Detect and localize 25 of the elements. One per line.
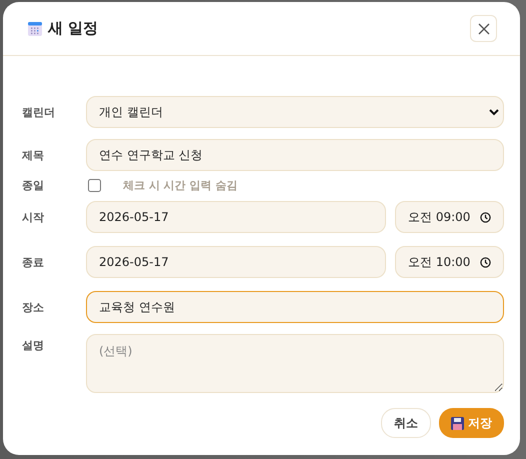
cancel-button[interactable]: 취소 [381,408,431,438]
field-label: 캘린더 [22,104,56,120]
time-field[interactable]: 오전 09:00 [395,201,504,233]
dialog-title: 새 일정 [48,19,100,38]
calendar-icon [28,22,42,36]
clock-icon [480,256,491,268]
text-field[interactable]: 연수 연구학교 신청 [86,139,504,171]
field-label: 종료 [22,254,45,270]
field-label: 설명 [22,338,45,353]
clock-icon [480,212,491,222]
field-label: 종일 [22,178,45,193]
date-field[interactable]: 2026-05-17 [86,201,386,233]
field-label: 장소 [22,300,45,314]
hint-text: 체크 시 시간 입력 숨김 [123,178,238,193]
description-field[interactable]: (선택) [86,334,504,393]
close-button[interactable] [470,15,497,42]
all-day-checkbox[interactable] [88,179,101,192]
text-field[interactable]: 교육청 연수원 [86,291,504,323]
calendar-dropdown[interactable]: 개인 캘린더 [86,96,504,128]
field-label: 시작 [22,210,45,224]
date-field[interactable]: 2026-05-17 [86,246,386,278]
field-label: 제목 [22,148,45,162]
chevron-down-icon [489,108,499,116]
close-icon [478,22,490,34]
time-field[interactable]: 오전 10:00 [395,246,504,278]
